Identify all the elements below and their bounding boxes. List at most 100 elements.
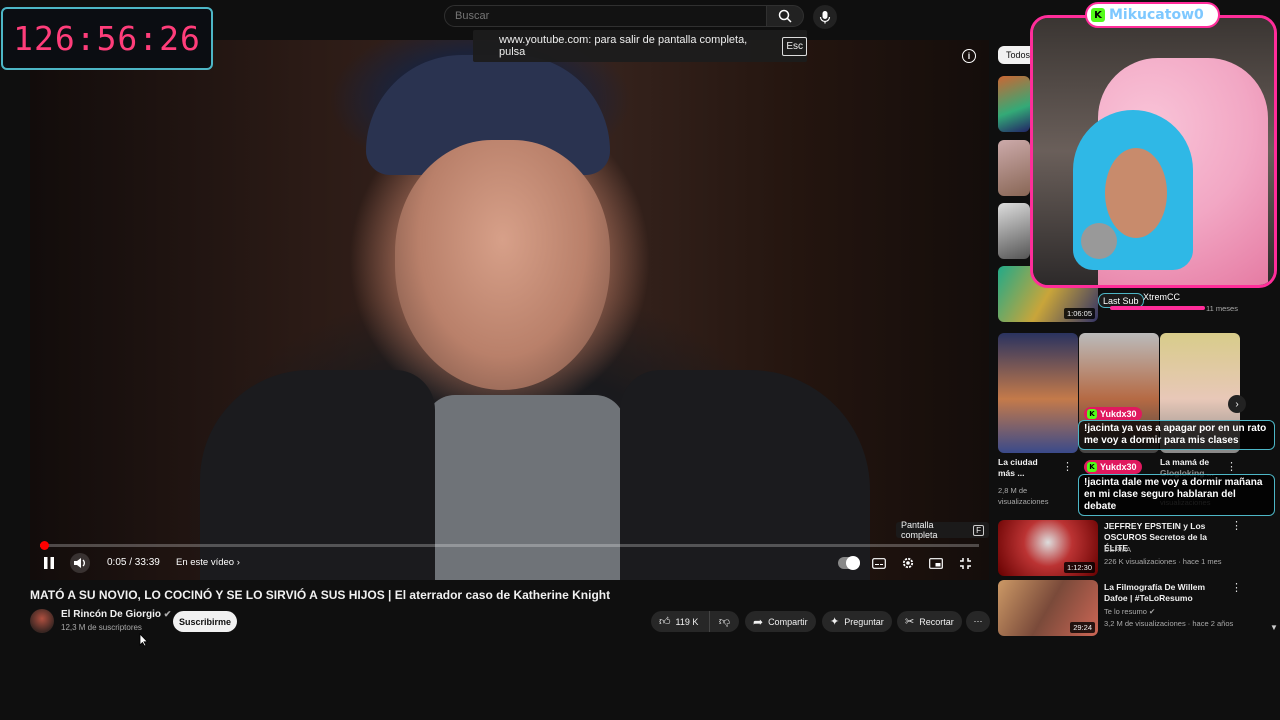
- video-player[interactable]: Pantalla completa F 0:05 / 33:39 En este…: [30, 40, 989, 580]
- esc-key: Esc: [782, 36, 807, 56]
- chat-message-1: !jacinta ya vas a apagar por en un rato …: [1078, 420, 1275, 450]
- exit-fullscreen-button[interactable]: [956, 554, 974, 572]
- exit-fullscreen-icon: [959, 557, 971, 569]
- short-2-menu-button[interactable]: ⋮: [1226, 460, 1237, 473]
- channel-avatar[interactable]: [30, 609, 54, 633]
- progress-bar[interactable]: [40, 541, 979, 550]
- kick-logo-icon: K: [1087, 409, 1097, 419]
- shorts-next-button[interactable]: ›: [1228, 395, 1246, 413]
- last-sub-bar: [1110, 306, 1205, 310]
- short-views-1-line1: 2,8 M de: [998, 486, 1028, 495]
- chat-user-badge-2: K Yukdx30: [1084, 460, 1142, 474]
- video-subject-face: [395, 140, 610, 390]
- short-title-1-line1: La ciudad: [998, 457, 1038, 467]
- gear-icon: [902, 557, 914, 569]
- search-box[interactable]: [444, 5, 767, 27]
- channel-name-text: El Rincón De Giorgio: [61, 609, 162, 620]
- clip-button[interactable]: ✂ Recortar: [897, 611, 962, 632]
- video-title: MATÓ A SU NOVIO, LO COCINÓ Y SE LO SIRVI…: [30, 588, 611, 602]
- short-views-1-line2: visualizaciones: [998, 497, 1049, 506]
- related-thumbnail-3[interactable]: [998, 203, 1030, 259]
- autoplay-toggle[interactable]: [838, 556, 860, 570]
- verified-icon: ✔: [1149, 607, 1156, 616]
- related-meta-4: 11 meses: [1206, 304, 1238, 313]
- short-1-menu-button[interactable]: ⋮: [1062, 460, 1073, 473]
- subscriber-count: 12,3 M de suscriptores: [61, 623, 142, 632]
- thumbs-up-icon: 👍︎: [659, 616, 671, 628]
- subscribe-button[interactable]: Suscribirme: [173, 611, 237, 632]
- related-video-meta-1: 226 K visualizaciones · hace 1 mes: [1104, 557, 1222, 566]
- more-horizontal-icon: ⋯: [973, 616, 983, 626]
- fullscreen-tooltip-label: Pantalla completa: [901, 520, 938, 540]
- short-thumbnail-1[interactable]: [998, 333, 1078, 453]
- related-video-title-2[interactable]: La Filmografía De Willem Dafoe | #TeLoRe…: [1104, 582, 1229, 604]
- last-sub-name: XtremCC: [1143, 292, 1181, 302]
- fullscreen-notice-text: www.youtube.com: para salir de pantalla …: [499, 34, 748, 58]
- chat-username-1: Yukdx30: [1100, 409, 1137, 419]
- chapters-button[interactable]: En este vídeo ›: [176, 557, 240, 568]
- search-icon: [778, 9, 792, 23]
- related-video-channel-2-text: Te lo resumo: [1104, 607, 1147, 616]
- share-label: Compartir: [768, 616, 808, 627]
- sparkle-icon: ✦: [830, 616, 840, 628]
- short-title-1-line2: más ...: [998, 468, 1025, 478]
- volume-icon: [74, 558, 85, 568]
- kick-logo-icon: K: [1091, 8, 1105, 22]
- stream-timer: 126:56:26: [1, 7, 213, 70]
- related-video-channel-1: DERMA: [1104, 545, 1132, 554]
- channel-name[interactable]: El Rincón De Giorgio ✔: [61, 609, 171, 620]
- related-video-1-menu-button[interactable]: ⋮: [1231, 519, 1242, 532]
- autoplay-knob: [846, 556, 860, 570]
- like-button[interactable]: 👍︎ 119 K: [651, 611, 709, 632]
- scissors-icon: ✂: [905, 616, 915, 628]
- share-button[interactable]: ➦ Compartir: [745, 611, 816, 632]
- mouse-cursor-icon: [139, 633, 149, 647]
- video-duration: 1:12:30: [1063, 562, 1095, 573]
- video-subject-shirt: [425, 395, 625, 580]
- kick-logo-icon: K: [1087, 462, 1097, 472]
- voice-search-button[interactable]: [813, 5, 837, 29]
- related-thumbnail-1[interactable]: [998, 76, 1030, 132]
- fullscreen-tooltip: Pantalla completa F: [896, 520, 989, 540]
- related-thumbnail-2[interactable]: [998, 140, 1030, 196]
- miniplayer-icon: [929, 557, 943, 569]
- search-input[interactable]: [445, 6, 766, 26]
- like-count: 119 K: [675, 616, 699, 627]
- related-video-meta-2: 3,2 M de visualizaciones · hace 2 años: [1104, 619, 1234, 628]
- dislike-button[interactable]: 👎︎: [709, 611, 739, 632]
- chevron-right-icon: ›: [236, 557, 240, 568]
- info-icon[interactable]: i: [962, 49, 976, 63]
- subtitles-icon: [872, 557, 886, 569]
- volume-button[interactable]: [70, 553, 90, 573]
- ask-label: Preguntar: [844, 616, 884, 627]
- share-icon: ➦: [753, 614, 764, 629]
- fullscreen-key: F: [973, 524, 984, 536]
- pause-button[interactable]: [40, 554, 58, 572]
- progress-scrubber[interactable]: [40, 541, 49, 550]
- chat-username-2: Yukdx30: [1100, 462, 1137, 472]
- ask-button[interactable]: ✦ Preguntar: [822, 611, 892, 632]
- scroll-down-arrow[interactable]: ▼: [1270, 623, 1278, 632]
- short-title-2-line1: La mamá de: [1160, 457, 1210, 467]
- related-video-thumbnail-2[interactable]: 29:24: [998, 580, 1098, 636]
- subtitles-button[interactable]: [870, 555, 888, 571]
- streamer-name: Mikucatow0: [1109, 7, 1204, 23]
- settings-button[interactable]: [899, 554, 917, 572]
- time-display: 0:05 / 33:39: [107, 557, 160, 568]
- streamer-nameplate: K Mikucatow0: [1085, 2, 1220, 28]
- related-video-2-menu-button[interactable]: ⋮: [1231, 581, 1242, 594]
- chat-user-badge-1: K Yukdx30: [1084, 407, 1142, 421]
- related-video-thumbnail-1[interactable]: 1:12:30: [998, 520, 1098, 576]
- chevron-right-icon: ›: [1235, 398, 1239, 410]
- microphone-icon: [819, 11, 831, 24]
- search-button[interactable]: [766, 5, 804, 27]
- fullscreen-notice: www.youtube.com: para salir de pantalla …: [473, 30, 807, 62]
- pause-icon: [44, 557, 54, 569]
- miniplayer-button[interactable]: [927, 555, 945, 571]
- thumbs-down-icon: 👎︎: [718, 616, 731, 628]
- more-actions-button[interactable]: ⋯: [966, 611, 990, 632]
- short-title-1[interactable]: La ciudad más ...: [998, 457, 1058, 479]
- webcam-face: [1105, 148, 1167, 238]
- chat-message-2: !jacinta dale me voy a dormir mañana en …: [1078, 474, 1275, 516]
- video-duration: 29:24: [1070, 622, 1095, 633]
